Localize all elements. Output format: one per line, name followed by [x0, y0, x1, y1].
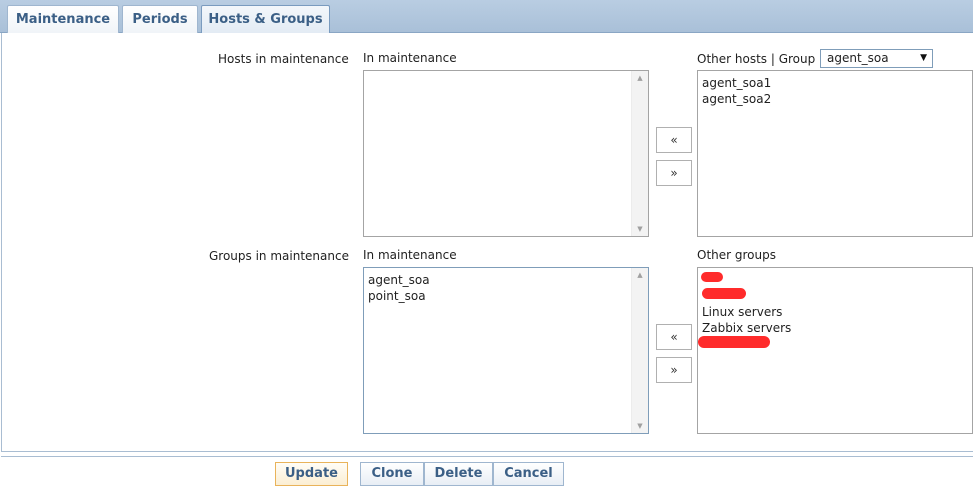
hosts-in-maintenance-label: Hosts in maintenance — [218, 52, 349, 66]
update-button[interactable]: Update — [275, 462, 348, 486]
clone-button[interactable]: Clone — [360, 462, 424, 486]
dropdown-arrow-icon: ▼ — [920, 53, 927, 63]
other-groups-items: Linux servers Zabbix servers — [702, 304, 791, 336]
groups-in-maintenance-list[interactable]: agent_soa point_soa ▲ ▼ — [363, 267, 649, 434]
list-item[interactable]: point_soa — [368, 288, 430, 304]
list-item[interactable]: Zabbix servers — [702, 320, 791, 336]
hosts-in-maintenance-list[interactable]: ▲ ▼ — [363, 70, 649, 237]
other-hosts-label: Other hosts | Group — [697, 52, 816, 66]
other-groups-label: Other groups — [697, 248, 776, 262]
remove-hosts-button[interactable]: » — [656, 160, 692, 186]
cancel-button[interactable]: Cancel — [493, 462, 564, 486]
delete-button[interactable]: Delete — [424, 462, 493, 486]
scroll-up-icon[interactable]: ▲ — [632, 268, 648, 282]
tab-bar: Maintenance Periods Hosts & Groups — [0, 0, 973, 33]
group-select-value: agent_soa — [827, 51, 889, 65]
list-item[interactable]: agent_soa2 — [702, 91, 771, 107]
scroll-up-icon[interactable]: ▲ — [632, 71, 648, 85]
tab-maintenance[interactable]: Maintenance — [7, 5, 119, 33]
other-groups-list[interactable]: Linux servers Zabbix servers — [697, 267, 973, 434]
scrollbar[interactable]: ▲ ▼ — [631, 71, 648, 236]
list-item[interactable]: Linux servers — [702, 304, 791, 320]
group-select[interactable]: agent_soa ▼ — [820, 49, 933, 68]
other-hosts-items: agent_soa1 agent_soa2 — [702, 75, 771, 107]
scroll-down-icon[interactable]: ▼ — [632, 419, 648, 433]
list-item[interactable]: agent_soa1 — [702, 75, 771, 91]
groups-in-maintenance-label: Groups in maintenance — [209, 249, 349, 263]
tab-periods[interactable]: Periods — [122, 5, 198, 33]
scroll-down-icon[interactable]: ▼ — [632, 222, 648, 236]
redaction-mark — [702, 288, 746, 299]
add-hosts-button[interactable]: « — [656, 127, 692, 153]
tab-hosts-groups[interactable]: Hosts & Groups — [201, 5, 330, 33]
hosts-in-list-title: In maintenance — [363, 51, 457, 65]
remove-groups-button[interactable]: » — [656, 357, 692, 383]
groups-in-list-title: In maintenance — [363, 248, 457, 262]
groups-in-items: agent_soa point_soa — [368, 272, 430, 304]
redaction-mark — [698, 336, 770, 348]
list-item[interactable]: agent_soa — [368, 272, 430, 288]
add-groups-button[interactable]: « — [656, 324, 692, 350]
scrollbar[interactable]: ▲ ▼ — [631, 268, 648, 433]
other-hosts-list[interactable]: agent_soa1 agent_soa2 — [697, 70, 973, 237]
redaction-mark — [701, 272, 723, 282]
